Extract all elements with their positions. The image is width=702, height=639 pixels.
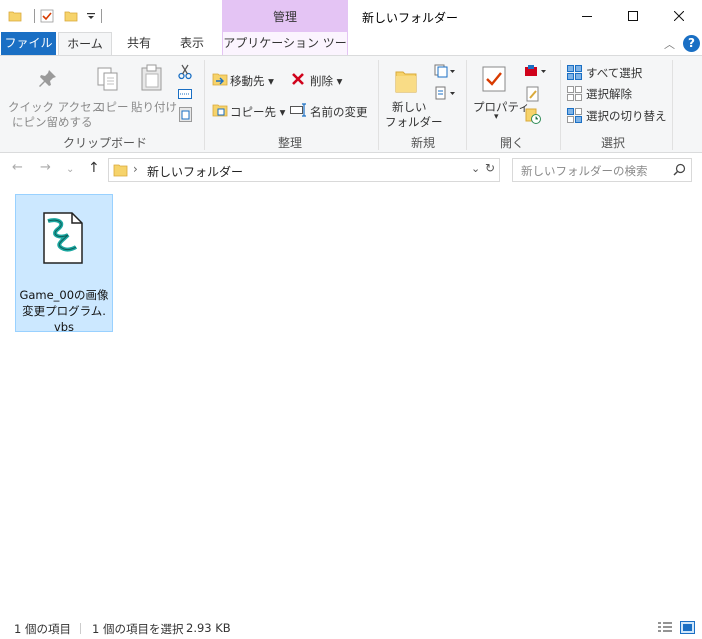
- divider: [34, 9, 35, 23]
- easy-access-icon[interactable]: [434, 86, 456, 103]
- new-folder-label-2[interactable]: フォルダー: [385, 114, 443, 130]
- new-folder-label-1[interactable]: 新しい: [392, 99, 427, 115]
- maximize-button[interactable]: [610, 0, 656, 32]
- tab-home[interactable]: ホーム: [58, 32, 112, 56]
- new-item-icon[interactable]: [434, 64, 456, 81]
- invert-selection-icon[interactable]: [567, 108, 582, 126]
- minimize-button[interactable]: [564, 0, 610, 32]
- properties-dropdown-icon[interactable]: ▾: [494, 112, 499, 122]
- new-folder-quick-icon[interactable]: [64, 6, 78, 26]
- select-all-button[interactable]: すべて選択: [586, 65, 642, 81]
- cut-icon[interactable]: [178, 64, 192, 83]
- tab-share[interactable]: 共有: [115, 32, 163, 55]
- folder-icon: [113, 163, 128, 180]
- group-divider: [466, 60, 467, 150]
- address-bar[interactable]: › 新しいフォルダー ⌄ ↻: [108, 158, 500, 182]
- properties-button[interactable]: プロパティ: [473, 99, 530, 115]
- file-name: Game_00の画像 変更プログラム. vbs: [18, 287, 110, 335]
- pin-quick-access-label[interactable]: クイック アクセス: [8, 99, 103, 115]
- recent-locations-icon[interactable]: ⌄: [66, 164, 74, 186]
- select-none-icon[interactable]: [567, 86, 582, 104]
- help-icon[interactable]: ?: [683, 35, 700, 52]
- folder-icon[interactable]: [8, 6, 22, 26]
- search-input[interactable]: 新しいフォルダーの検索: [521, 163, 648, 179]
- new-folder-icon[interactable]: [394, 66, 418, 97]
- delete-label: 削除: [310, 74, 333, 88]
- customize-toolbar-icon[interactable]: [86, 6, 96, 26]
- group-divider: [204, 60, 205, 150]
- details-view-icon[interactable]: [657, 621, 673, 637]
- history-icon[interactable]: [525, 108, 541, 127]
- move-to-button[interactable]: 移動先 ▾: [230, 73, 274, 89]
- invert-selection-button[interactable]: 選択の切り替え: [586, 108, 667, 124]
- move-to-icon[interactable]: [212, 71, 228, 90]
- search-icon[interactable]: [673, 163, 686, 179]
- window-title: 新しいフォルダー: [362, 11, 459, 25]
- divider: [80, 623, 81, 634]
- ribbon: クイック アクセス にピン留めする コピー 貼り付け クリップボード 移動先 ▾…: [0, 55, 702, 153]
- back-arrow-icon[interactable]: ←: [12, 160, 23, 182]
- open-icon[interactable]: [524, 64, 548, 81]
- item-count: 1 個の項目: [14, 622, 71, 636]
- file-name-line: Game_00の画像: [19, 288, 109, 302]
- tab-file[interactable]: ファイル: [1, 32, 56, 55]
- group-divider: [560, 60, 561, 150]
- tab-application-tools[interactable]: アプリケーション ツール: [222, 32, 348, 73]
- paste-icon[interactable]: [140, 64, 164, 95]
- large-icons-view-icon[interactable]: [680, 621, 695, 637]
- clipboard-group-label: クリップボード: [62, 136, 147, 150]
- rename-button[interactable]: 名前の変更: [310, 104, 368, 120]
- select-group-label: 選択: [600, 136, 625, 150]
- rename-icon[interactable]: [290, 103, 308, 120]
- new-group-label: 新規: [410, 136, 435, 150]
- delete-icon[interactable]: [291, 72, 305, 89]
- tab-view[interactable]: 表示: [168, 32, 216, 55]
- select-none-button[interactable]: 選択解除: [586, 86, 632, 102]
- refresh-icon[interactable]: ↻: [485, 161, 495, 175]
- context-tab-header: 管理: [222, 0, 348, 32]
- copy-button[interactable]: コピー: [94, 99, 129, 115]
- pin-icon[interactable]: [36, 68, 58, 93]
- copy-to-icon[interactable]: [212, 102, 228, 121]
- copy-icon[interactable]: [96, 66, 120, 95]
- status-bar: 1 個の項目 1 個の項目を選択 2.93 KB: [0, 616, 702, 639]
- group-divider: [672, 60, 673, 150]
- properties-quick-icon[interactable]: [40, 6, 54, 26]
- select-all-icon[interactable]: [567, 65, 582, 83]
- file-name-line: 変更プログラム.: [22, 304, 106, 318]
- close-button[interactable]: [656, 0, 702, 32]
- ribbon-tabs: ファイル ホーム 共有 表示 アプリケーション ツール ︿ ?: [0, 32, 702, 73]
- paste-shortcut-icon[interactable]: [179, 106, 192, 125]
- divider: [101, 9, 102, 23]
- organize-group-label: 整理: [277, 136, 302, 150]
- edit-icon[interactable]: [526, 86, 540, 105]
- collapse-ribbon-icon[interactable]: ︿: [664, 36, 675, 52]
- move-to-label: 移動先: [230, 74, 265, 88]
- copy-to-button[interactable]: コピー先 ▾: [230, 104, 285, 120]
- pin-quick-access-label-2[interactable]: にピン留めする: [12, 114, 93, 130]
- breadcrumb-chevron-icon[interactable]: ›: [133, 162, 138, 176]
- paste-button[interactable]: 貼り付け: [131, 99, 177, 115]
- address-dropdown-icon[interactable]: ⌄: [471, 162, 480, 175]
- copy-path-icon[interactable]: [178, 88, 192, 102]
- file-name-line: vbs: [53, 320, 75, 334]
- search-box[interactable]: 新しいフォルダーの検索: [512, 158, 692, 182]
- properties-icon[interactable]: [482, 66, 506, 95]
- open-group-label: 開く: [499, 136, 524, 150]
- up-arrow-icon[interactable]: ↑: [88, 160, 100, 182]
- selection-status: 1 個の項目を選択: [92, 622, 184, 636]
- delete-button[interactable]: 削除 ▾: [310, 73, 342, 89]
- selection-size: 2.93 KB: [186, 621, 231, 635]
- copy-to-label: コピー先: [230, 105, 276, 119]
- title-bar: 管理 新しいフォルダー: [0, 0, 702, 32]
- breadcrumb[interactable]: 新しいフォルダー: [147, 163, 243, 180]
- forward-arrow-icon[interactable]: →: [40, 160, 51, 182]
- group-divider: [378, 60, 379, 150]
- vbs-script-icon: [40, 211, 86, 268]
- file-item[interactable]: Game_00の画像 変更プログラム. vbs: [15, 194, 113, 335]
